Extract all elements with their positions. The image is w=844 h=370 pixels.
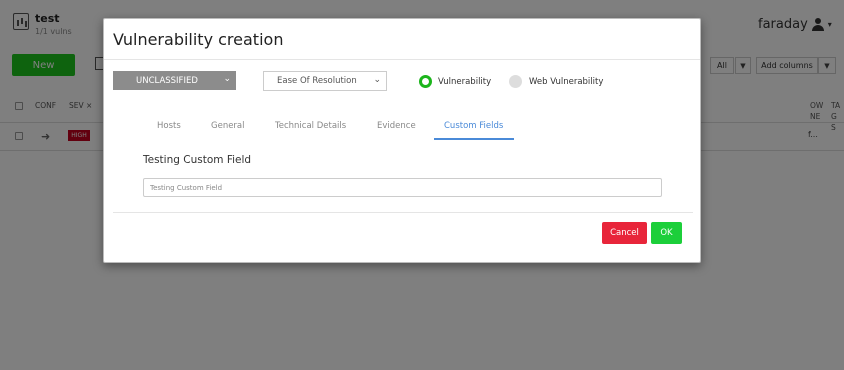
cancel-button[interactable]: Cancel xyxy=(602,222,647,244)
chevron-down-icon: ⌄ xyxy=(373,75,381,85)
ok-button[interactable]: OK xyxy=(651,222,682,244)
modal-title: Vulnerability creation xyxy=(113,30,284,49)
tab-evidence[interactable]: Evidence xyxy=(377,121,416,131)
classification-value: UNCLASSIFIED xyxy=(136,75,198,86)
tab-general[interactable]: General xyxy=(211,121,245,131)
custom-field-input[interactable] xyxy=(143,178,662,197)
ease-of-resolution-select[interactable]: Ease Of Resolution ⌄ xyxy=(263,71,387,91)
radio-web-vulnerability[interactable] xyxy=(509,75,522,88)
modal-tabs: Hosts General Technical Details Evidence… xyxy=(104,115,702,140)
tab-technical-details[interactable]: Technical Details xyxy=(275,121,346,131)
radio-web-vulnerability-label[interactable]: Web Vulnerability xyxy=(529,77,603,87)
modal-header: Vulnerability creation xyxy=(104,19,700,60)
custom-field-label: Testing Custom Field xyxy=(143,154,252,166)
modal-footer-divider xyxy=(113,212,693,213)
tab-custom-fields[interactable]: Custom Fields xyxy=(444,121,503,131)
active-tab-indicator xyxy=(434,138,514,140)
classification-select[interactable]: UNCLASSIFIED ⌄ xyxy=(113,71,236,90)
chevron-down-icon: ⌄ xyxy=(223,74,231,84)
tab-hosts[interactable]: Hosts xyxy=(157,121,181,131)
ease-of-resolution-value: Ease Of Resolution xyxy=(277,76,357,86)
radio-vulnerability-label[interactable]: Vulnerability xyxy=(438,77,491,87)
radio-vulnerability[interactable] xyxy=(419,75,432,88)
vulnerability-creation-modal: Vulnerability creation UNCLASSIFIED ⌄ Ea… xyxy=(103,18,701,263)
